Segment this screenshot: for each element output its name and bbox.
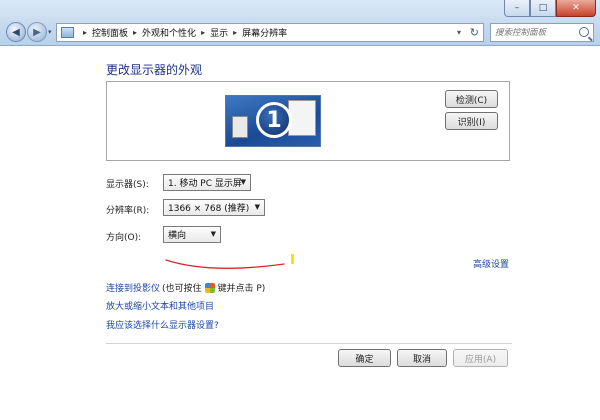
display-label: 显示器(S): xyxy=(106,180,149,190)
breadcrumb-separator-icon[interactable]: ▸ xyxy=(83,28,87,37)
window-controls: – □ ✕ xyxy=(504,0,596,17)
monitor-number-badge: 1 xyxy=(256,102,292,138)
orientation-select-value: 横向 xyxy=(168,231,187,241)
breadcrumb-control-panel[interactable]: 控制面板 xyxy=(92,26,128,39)
search-box[interactable] xyxy=(490,23,594,42)
breadcrumb-separator-icon[interactable]: ▸ xyxy=(201,28,205,37)
refresh-icon[interactable]: ↻ xyxy=(470,26,479,39)
back-button[interactable]: ◀ xyxy=(6,22,26,42)
control-panel-icon xyxy=(61,27,74,38)
chevron-down-icon: ▼ xyxy=(254,203,260,211)
identify-button[interactable]: 识别(I) xyxy=(445,112,498,130)
orientation-select[interactable]: 横向 ▼ xyxy=(163,226,221,243)
apply-button[interactable]: 应用(A) xyxy=(453,349,508,367)
search-icon[interactable] xyxy=(579,27,589,37)
detect-button[interactable]: 检测(C) xyxy=(445,90,498,108)
advanced-settings-link[interactable]: 高级设置 xyxy=(473,257,509,270)
monitor-window-icon xyxy=(232,116,248,138)
connect-projector-link[interactable]: 连接到投影仪 xyxy=(106,281,160,294)
breadcrumb-display[interactable]: 显示 xyxy=(210,26,228,39)
display-preview-panel: 1 检测(C) 识别(I) xyxy=(106,81,510,161)
resolution-select[interactable]: 1366 × 768 (推荐) ▼ xyxy=(163,199,265,216)
breadcrumb-separator-icon[interactable]: ▸ xyxy=(133,28,137,37)
footer-divider xyxy=(106,343,512,344)
breadcrumb-separator-icon[interactable]: ▸ xyxy=(233,28,237,37)
text-size-link[interactable]: 放大或缩小文本和其他项目 xyxy=(106,299,214,312)
chevron-down-icon: ▼ xyxy=(240,178,246,186)
content-area: 更改显示器的外观 1 检测(C) 识别(I) 显示器(S): 1. 移动 PC … xyxy=(0,46,600,420)
hint-suffix: 键并点击 P) xyxy=(217,284,266,294)
ok-button[interactable]: 确定 xyxy=(338,349,391,367)
close-button[interactable]: ✕ xyxy=(556,0,596,17)
cancel-button[interactable]: 取消 xyxy=(397,349,447,367)
which-settings-link[interactable]: 我应该选择什么显示器设置? xyxy=(106,318,219,331)
address-bar[interactable]: ▸ 控制面板 ▸ 外观和个性化 ▸ 显示 ▸ 屏幕分辨率 ▾ ↻ xyxy=(56,23,484,42)
forward-button[interactable]: ▶ xyxy=(27,22,47,42)
yellow-highlight-annotation xyxy=(291,254,294,264)
resolution-select-value: 1366 × 768 (推荐) xyxy=(168,204,250,214)
page-title: 更改显示器的外观 xyxy=(106,63,203,77)
search-input[interactable] xyxy=(495,27,577,38)
minimize-button[interactable]: – xyxy=(504,0,530,17)
windows-logo-icon xyxy=(204,283,215,293)
address-dropdown-icon[interactable]: ▾ xyxy=(457,28,461,37)
chevron-down-icon: ▼ xyxy=(210,230,216,238)
history-dropdown-icon[interactable]: ▾ xyxy=(48,28,52,36)
breadcrumb-appearance[interactable]: 外观和个性化 xyxy=(142,26,196,39)
red-underline-annotation xyxy=(165,259,285,269)
monitor-window-icon xyxy=(288,100,316,136)
window-chrome: – □ ✕ ◀ ▶ ▾ ▸ 控制面板 ▸ 外观和个性化 ▸ 显示 ▸ 屏幕分辨率… xyxy=(0,0,600,46)
navigation-bar: ◀ ▶ ▾ ▸ 控制面板 ▸ 外观和个性化 ▸ 显示 ▸ 屏幕分辨率 ▾ ↻ xyxy=(0,20,600,44)
hint-prefix: (也可按住 xyxy=(162,284,202,294)
orientation-label: 方向(O): xyxy=(106,233,142,243)
display-select-value: 1. 移动 PC 显示屏 xyxy=(168,179,242,189)
display-select[interactable]: 1. 移动 PC 显示屏 ▼ xyxy=(163,174,251,191)
monitor-1-thumbnail[interactable]: 1 xyxy=(225,95,321,147)
projector-shortcut-hint: (也可按住 键并点击 P) xyxy=(162,281,265,294)
resolution-label: 分辨率(R): xyxy=(106,206,150,216)
breadcrumb-screen-resolution[interactable]: 屏幕分辨率 xyxy=(242,26,287,39)
maximize-button[interactable]: □ xyxy=(530,0,556,17)
